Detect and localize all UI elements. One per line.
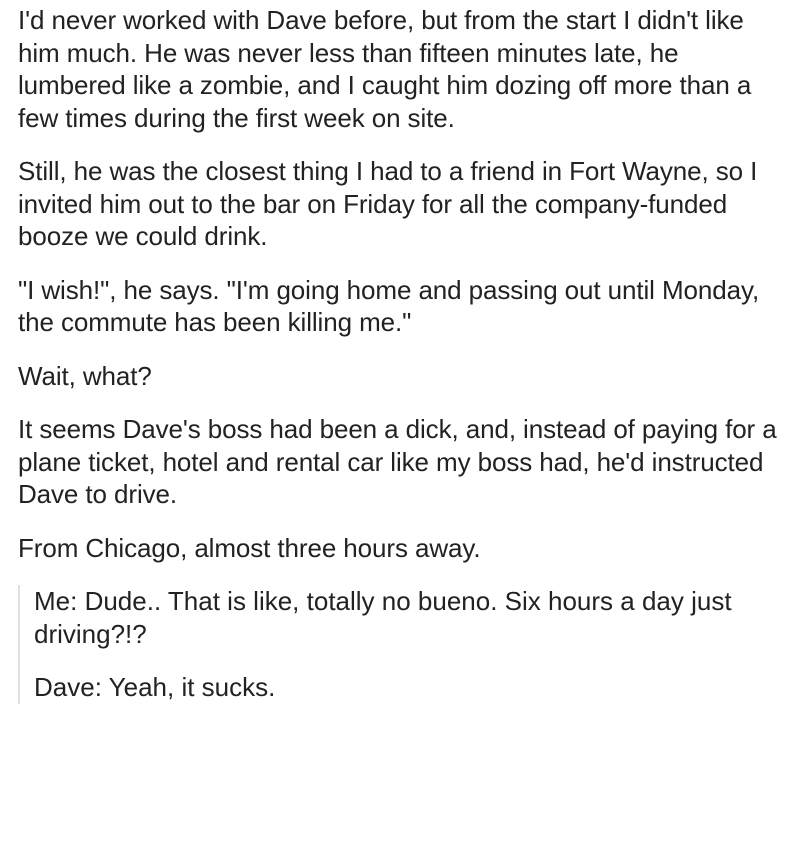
paragraph-invite: Still, he was the closest thing I had to… [18,156,758,251]
paragraph-reply: "I wish!", he says. "I'm going home and … [18,274,760,338]
dialogue-quote: Me: Dude.. That is like, totally no buen… [18,585,788,704]
paragraph-boss: It seems Dave's boss had been a dick, an… [18,414,777,509]
dialogue-dave-line: Dave: Yeah, it sucks. [18,671,788,704]
paragraph-chicago: From Chicago, almost three hours away. [18,532,481,563]
paragraph-wait: Wait, what? [18,360,152,391]
paragraph-intro: I'd never worked with Dave before, but f… [18,5,752,133]
post-body: I'd never worked with Dave before, but f… [18,4,788,725]
dialogue-spacer [34,650,788,671]
dialogue-me-line: Me: Dude.. That is like, totally no buen… [34,586,732,649]
